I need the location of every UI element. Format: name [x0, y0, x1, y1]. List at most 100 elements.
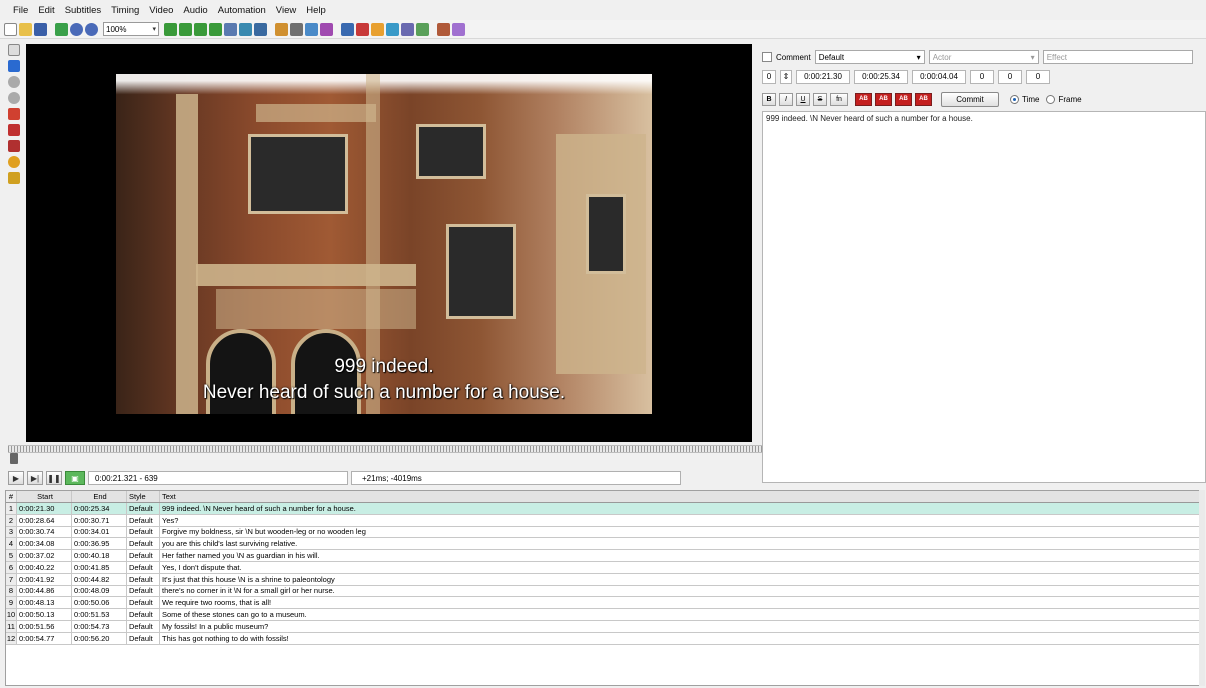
select-lines-icon[interactable]: [320, 22, 333, 36]
stop-button[interactable]: ❚❚: [46, 471, 62, 485]
actor-field[interactable]: Actor ▾: [928, 50, 1039, 64]
menu-timing[interactable]: Timing: [106, 5, 144, 16]
layer-field[interactable]: 0: [762, 69, 776, 84]
menu-automation[interactable]: Automation: [213, 5, 271, 16]
font-button[interactable]: fn: [830, 92, 848, 106]
underline-button[interactable]: U: [796, 92, 810, 106]
table-row[interactable]: 3 0:00:30.74 0:00:34.01 Default Forgive my b…: [6, 526, 1200, 539]
comment-checkbox[interactable]: [762, 52, 772, 62]
drag-tool-icon[interactable]: [8, 60, 20, 72]
table-row[interactable]: 1 0:00:21.30 0:00:25.34 Default 999 indeed. …: [6, 503, 1200, 515]
attachments-icon[interactable]: [194, 22, 207, 36]
rotate-z-icon[interactable]: [8, 76, 20, 88]
fonts-icon[interactable]: [209, 22, 222, 36]
frame-radio[interactable]: [1046, 94, 1056, 104]
row-start-time: 0:00:51.56: [17, 620, 72, 632]
save-icon[interactable]: [34, 22, 47, 36]
start-time-value: 0:00:21.30: [804, 72, 842, 81]
automation-icon[interactable]: [356, 22, 369, 36]
resample-icon[interactable]: [254, 22, 267, 36]
bold-button[interactable]: B: [762, 92, 776, 106]
jump-icon[interactable]: [55, 22, 68, 36]
end-time-field[interactable]: 0:00:25.34: [854, 69, 908, 84]
header-number: #: [6, 491, 17, 502]
table-row[interactable]: 5 0:00:37.02 0:00:40.18 Default Her father n…: [6, 550, 1200, 562]
strikeout-button[interactable]: S: [813, 92, 827, 106]
clip-tool-icon[interactable]: [8, 124, 20, 136]
new-icon[interactable]: [4, 22, 17, 36]
check-icon[interactable]: [416, 22, 429, 36]
clock-icon[interactable]: [386, 22, 399, 36]
margin-right-field[interactable]: 0: [998, 69, 1022, 84]
video-position-field[interactable]: 0:00:21.321 - 639: [88, 471, 348, 485]
table-row[interactable]: 12 0:00:54.77 0:00:56.20 Default This has go…: [6, 632, 1200, 645]
video-position-text: 0:00:21.321 - 639: [95, 473, 158, 483]
table-row[interactable]: 10 0:00:50.13 0:00:51.53 Default Some of the…: [6, 609, 1200, 621]
layer-spinner[interactable]: ⇕: [780, 69, 792, 84]
style-icon[interactable]: [164, 22, 177, 36]
margin-left-field[interactable]: 0: [970, 69, 994, 84]
table-row[interactable]: 11 0:00:51.56 0:00:54.73 Default My fossils!…: [6, 620, 1200, 633]
shift-times-icon[interactable]: [341, 22, 354, 36]
menu-edit[interactable]: Edit: [33, 5, 59, 16]
properties-icon[interactable]: [179, 22, 192, 36]
margin-vertical-field[interactable]: 0: [1026, 69, 1050, 84]
translation-icon[interactable]: [239, 22, 252, 36]
style-select[interactable]: Default ▾: [814, 50, 925, 64]
duration-field[interactable]: 0:00:04.04: [912, 69, 966, 84]
secondary-color-button[interactable]: AB: [875, 92, 892, 106]
grid-scrollbar[interactable]: [1199, 490, 1205, 686]
edit-row-times: 0 ⇕ 0:00:21.30 0:00:25.34 0:00:04.04 0 0…: [762, 69, 1206, 84]
key-tool-icon[interactable]: [8, 172, 20, 184]
vector-clip-icon[interactable]: [8, 140, 20, 152]
primary-color-button[interactable]: AB: [855, 92, 872, 106]
scissors-icon[interactable]: [437, 22, 450, 36]
menu-video[interactable]: Video: [144, 5, 178, 16]
menu-help[interactable]: Help: [301, 5, 331, 16]
autoscroll-icon: ▣: [71, 473, 79, 483]
table-row[interactable]: 6 0:00:40.22 0:00:41.85 Default Yes, I don't…: [6, 561, 1200, 574]
open-icon[interactable]: [19, 22, 32, 36]
keyframes-icon[interactable]: [401, 22, 414, 36]
timing-post-icon[interactable]: [275, 22, 288, 36]
macro-icon[interactable]: [452, 22, 465, 36]
table-row[interactable]: 7 0:00:41.92 0:00:44.82 Default It's just th…: [6, 573, 1200, 586]
row-text: It's just that this house \N is a shrine…: [162, 574, 335, 584]
play-line-button[interactable]: ▶|: [27, 471, 43, 485]
options-icon[interactable]: [371, 22, 384, 36]
rotate-xy-icon[interactable]: [8, 92, 20, 104]
shadow-color-button[interactable]: AB: [915, 92, 932, 106]
row-end-time: 0:00:34.01: [72, 526, 127, 538]
autoscroll-toggle[interactable]: ▣: [65, 471, 85, 485]
spellcheck-icon[interactable]: [224, 22, 237, 36]
start-time-field[interactable]: 0:00:21.30: [796, 69, 850, 84]
table-row[interactable]: 2 0:00:28.64 0:00:30.71 Default Yes?: [6, 514, 1200, 527]
menu-subtitles[interactable]: Subtitles: [60, 5, 106, 16]
scale-tool-icon[interactable]: [8, 108, 20, 120]
menu-audio[interactable]: Audio: [178, 5, 212, 16]
video-display[interactable]: 999 indeed. Never heard of such a number…: [26, 44, 752, 442]
header-text: Text: [162, 492, 176, 501]
play-button[interactable]: ▶: [8, 471, 24, 485]
subtitle-text-editor[interactable]: 999 indeed. \N Never heard of such a num…: [762, 111, 1206, 483]
outline-color-button[interactable]: AB: [895, 92, 912, 106]
menu-view[interactable]: View: [271, 5, 301, 16]
clock-tool-icon[interactable]: [8, 156, 20, 168]
edit-row-format: B I U S fn AB AB AB AB Commit Time Frame: [762, 91, 1206, 107]
effect-field[interactable]: Effect: [1042, 50, 1193, 64]
standard-tool-icon[interactable]: [8, 44, 20, 56]
styling-icon[interactable]: [305, 22, 318, 36]
table-row[interactable]: 9 0:00:48.13 0:00:50.06 Default We require t…: [6, 597, 1200, 610]
margin-left-value: 0: [979, 72, 985, 81]
zoom-select[interactable]: 100% ▾: [103, 22, 159, 36]
table-row[interactable]: 8 0:00:44.86 0:00:48.09 Default there's no c…: [6, 585, 1200, 598]
italic-button[interactable]: I: [779, 92, 793, 106]
seek-thumb[interactable]: [10, 453, 18, 464]
zoom-in-icon[interactable]: [70, 22, 83, 36]
time-radio[interactable]: [1010, 94, 1019, 104]
commit-button[interactable]: Commit: [941, 91, 999, 107]
table-row[interactable]: 4 0:00:34.08 0:00:36.95 Default you are this…: [6, 538, 1200, 551]
menu-file[interactable]: File: [8, 5, 33, 16]
kanji-timer-icon[interactable]: [290, 22, 303, 36]
zoom-out-icon[interactable]: [85, 22, 98, 36]
